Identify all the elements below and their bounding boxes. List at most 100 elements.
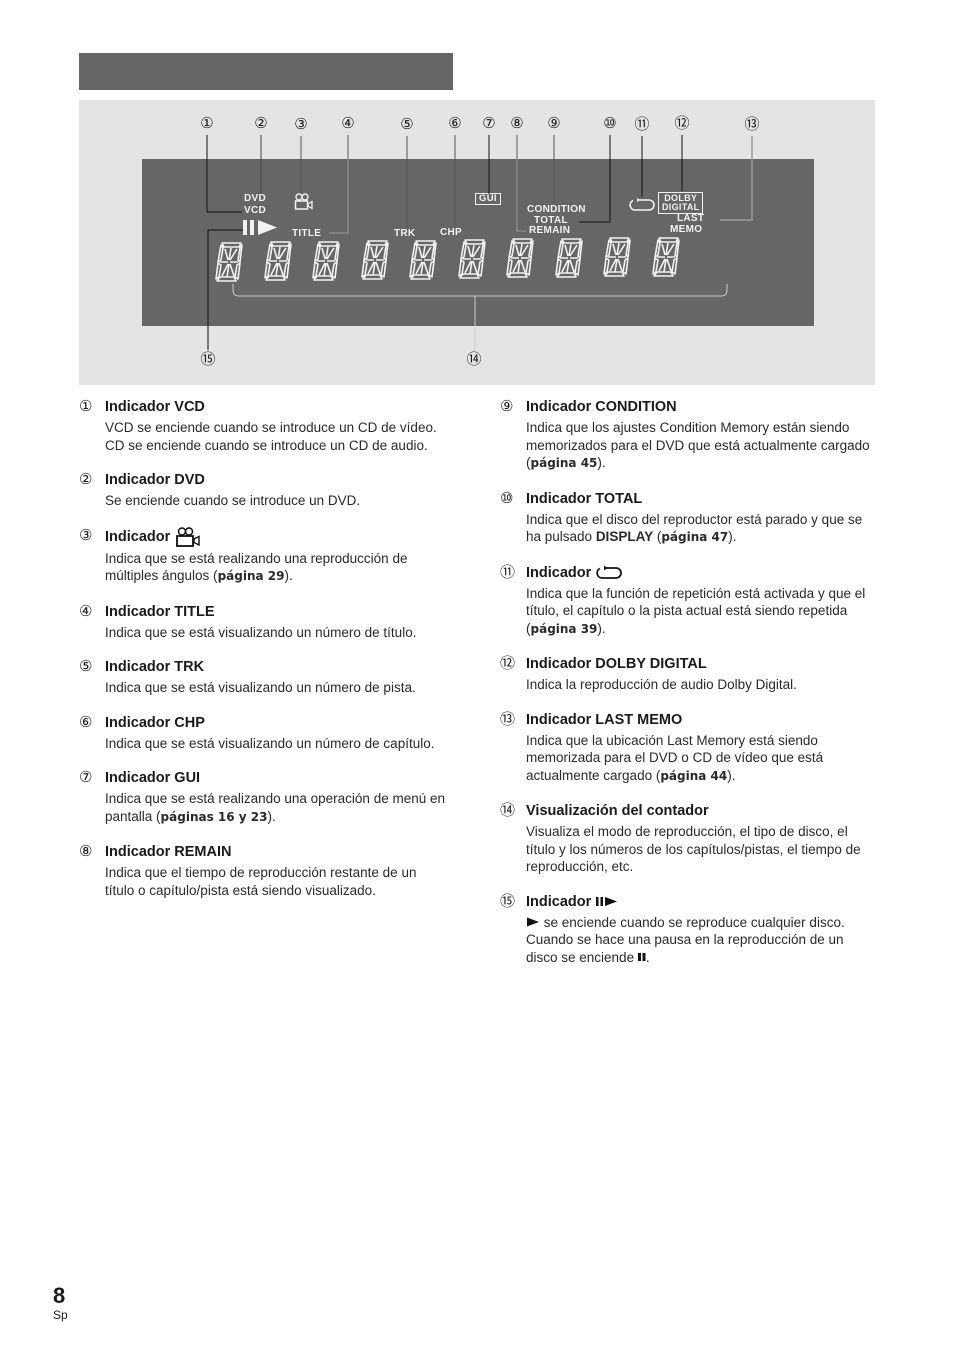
item-number: ③: [79, 526, 93, 544]
item-title: Indicador: [526, 564, 870, 582]
indicator-item: ⑫ Indicador DOLBY DIGITAL Indica la reprod…: [500, 655, 870, 694]
item-title-text: Indicador GUI: [105, 770, 201, 786]
item-title-text: Indicador TOTAL: [526, 490, 643, 507]
page-reference: páginas 16 y 23: [160, 809, 268, 824]
item-title-text: Visualización del contador: [526, 803, 709, 819]
indicator-item: ⑤ Indicador TRK Indica que se está visuali…: [79, 658, 449, 697]
item-description: Visualiza el modo de reproducción, el ti…: [526, 823, 870, 876]
indicator-item: ① Indicador VCD VCD se enciende cuando se …: [79, 398, 449, 454]
item-title: Indicador GUI: [105, 769, 449, 787]
description-text: Indica la reproducción de audio Dolby Di…: [526, 677, 797, 692]
item-description: Indica que el tiempo de reproducción res…: [105, 864, 449, 899]
item-number: ⑦: [79, 769, 93, 786]
description-text: Visualiza el modo de reproducción, el ti…: [526, 824, 861, 874]
page-reference: página 44: [660, 768, 728, 783]
description-text: Indica que se está visualizando un númer…: [105, 680, 416, 695]
item-title: Indicador TITLE: [105, 603, 449, 621]
description-text: ).: [728, 529, 737, 544]
item-title-text: Indicador VCD: [105, 399, 205, 415]
pause-icon: [637, 950, 646, 965]
indicator-item: ⑨ Indicador CONDITION Indica que los ajust…: [500, 398, 870, 473]
indicator-item: ⑥ Indicador CHP Indica que se está visuali…: [79, 714, 449, 753]
leader-10: [579, 135, 611, 223]
indicator-item: ④ Indicador TITLE Indica que se está visua…: [79, 603, 449, 642]
item-number: ⑬: [500, 710, 516, 728]
item-description: Indica que los ajustes Condition Memory …: [526, 419, 870, 473]
pause-play-icon: [596, 896, 618, 907]
section-header-bar: [79, 53, 453, 90]
item-title-text: Indicador CHP: [105, 714, 205, 731]
description-text: ).: [597, 620, 606, 636]
leader-1: [206, 135, 242, 213]
item-title-text: Indicador: [526, 564, 592, 581]
description-text: Indica que el tiempo de reproducción res…: [105, 865, 417, 898]
page-reference: página 47: [661, 530, 729, 544]
description-text: ).: [597, 455, 606, 470]
item-number: ⑤: [79, 658, 93, 675]
play-icon: [526, 915, 540, 930]
item-title-text: Indicador: [105, 528, 171, 545]
page-language: Sp: [53, 1308, 68, 1322]
indicator-item: ③ Indicador Indica que se está realizando …: [79, 527, 449, 586]
item-title: Indicador CONDITION: [526, 398, 870, 416]
item-number: ⑫: [500, 655, 516, 672]
item-title: Indicador: [526, 893, 870, 911]
description-text: ).: [284, 568, 293, 583]
right-column: ⑨ Indicador CONDITION Indica que los ajust…: [500, 398, 870, 983]
multi-angle-camera-icon: [175, 526, 201, 547]
item-number: ④: [79, 602, 93, 620]
item-number: ⑨: [500, 398, 514, 415]
indicator-item: ② Indicador DVD Se enciende cuando se intr…: [79, 471, 449, 510]
item-title: Indicador LAST MEMO: [526, 711, 870, 729]
button-name: DISPLAY: [595, 529, 654, 544]
description-text: VCD se enciende cuando se introduce un C…: [105, 420, 437, 453]
item-description: Indica que se está visualizando un númer…: [105, 624, 449, 642]
description-text: ).: [727, 767, 736, 783]
item-description: Indica que se está realizando una reprod…: [105, 550, 449, 586]
indicator-item: ⑩ Indicador TOTAL Indica que el disco del …: [500, 490, 870, 547]
page-reference: página 45: [530, 456, 598, 470]
item-title-text: Indicador REMAIN: [105, 844, 232, 860]
item-description: se enciende cuando se reproduce cualquie…: [526, 914, 870, 967]
repeat-icon: [596, 565, 623, 580]
indicator-item: ⑭ Visualización del contador Visualiza el …: [500, 802, 870, 876]
item-number: ②: [79, 471, 93, 488]
item-title-text: Indicador TRK: [105, 659, 205, 675]
description-text: se enciende cuando se reproduce cualquie…: [526, 914, 845, 965]
item-description: Indica que se está visualizando un númer…: [105, 679, 449, 697]
page-reference: página 29: [217, 569, 285, 583]
item-description: Se enciende cuando se introduce un DVD.: [105, 492, 449, 510]
item-description: Indica que la ubicación Last Memory está…: [526, 732, 870, 786]
leader-15: [207, 229, 243, 350]
item-title: Indicador TOTAL: [526, 490, 870, 508]
item-title: Indicador REMAIN: [105, 843, 449, 861]
page-number: 8: [53, 1283, 66, 1308]
item-title: Indicador DVD: [105, 471, 449, 489]
leader-4: [329, 135, 349, 234]
item-description: Indica que la función de repetición está…: [526, 585, 870, 639]
leader-lines: [206, 135, 753, 350]
item-number: ①: [79, 398, 93, 415]
item-title: Indicador CHP: [105, 714, 449, 732]
leader-13: [720, 136, 753, 221]
description-text: Indica que se está visualizando un númer…: [105, 624, 417, 640]
indicator-item: ⑪ Indicador Indica que la función de repet…: [500, 564, 870, 639]
item-title: Visualización del contador: [526, 802, 870, 820]
item-number: ⑪: [500, 563, 516, 581]
item-title-text: Indicador CONDITION: [526, 399, 677, 415]
item-title-text: Indicador LAST MEMO: [526, 711, 683, 728]
item-number: ⑭: [500, 802, 516, 819]
page-reference: página 39: [530, 621, 598, 636]
item-description: Indica la reproducción de audio Dolby Di…: [526, 676, 870, 694]
item-title-text: Indicador: [526, 893, 592, 910]
item-title: Indicador VCD: [105, 398, 449, 416]
item-description: Indica que se está visualizando un númer…: [105, 735, 449, 753]
indicator-item: ⑬ Indicador LAST MEMO Indica que la ubicac…: [500, 711, 870, 786]
item-title-text: Indicador DVD: [105, 472, 205, 488]
item-title: Indicador TRK: [105, 658, 449, 676]
leader-14: [232, 284, 728, 350]
description-text: .: [645, 949, 650, 965]
item-title-text: Indicador DOLBY DIGITAL: [526, 656, 707, 672]
leader-8: [516, 135, 526, 232]
indicator-item: ⑧ Indicador REMAIN Indica que el tiempo de…: [79, 843, 449, 899]
